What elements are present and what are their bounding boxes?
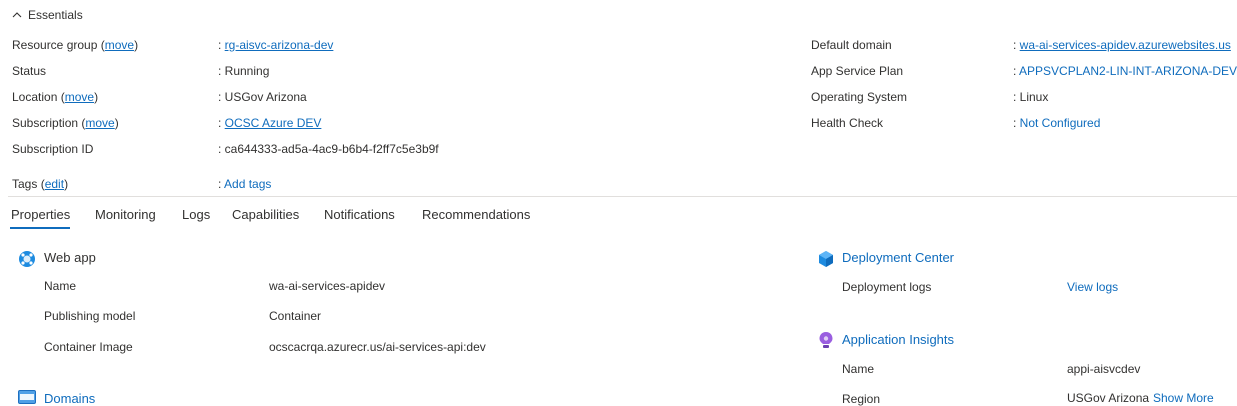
application-insights-link[interactable]: Application Insights bbox=[842, 332, 954, 347]
operating-system-label: Operating System bbox=[811, 90, 908, 104]
subscription-label: Subscription (move) bbox=[12, 116, 119, 130]
add-tags-link[interactable]: Add tags bbox=[224, 177, 271, 191]
status-value: : Running bbox=[218, 64, 270, 78]
default-domain-label: Default domain bbox=[811, 38, 892, 52]
app-service-plan-label: App Service Plan bbox=[811, 64, 904, 78]
default-domain-link[interactable]: wa-ai-services-apidev.azurewebsites.us bbox=[1020, 38, 1231, 52]
essentials-divider bbox=[8, 196, 1237, 197]
insights-region-label: Region bbox=[842, 392, 881, 406]
insights-region-value: USGov Arizona bbox=[1067, 391, 1150, 405]
web-app-title: Web app bbox=[44, 250, 96, 265]
tab-logs[interactable]: Logs bbox=[182, 207, 210, 222]
web-app-icon bbox=[19, 251, 35, 267]
subscription-id-label: Subscription ID bbox=[12, 142, 94, 156]
location-label: Location (move) bbox=[12, 90, 99, 104]
tags-label: Tags (edit) bbox=[12, 177, 69, 191]
subscription-link[interactable]: OCSC Azure DEV bbox=[225, 116, 322, 130]
domains-link[interactable]: Domains bbox=[44, 391, 95, 406]
health-check-label: Health Check bbox=[811, 116, 884, 130]
health-check-value: : Not Configured bbox=[1013, 116, 1101, 130]
default-domain-value: : wa-ai-services-apidev.azurewebsites.us bbox=[1013, 38, 1231, 52]
publishing-model-value: Container bbox=[269, 309, 322, 323]
tags-edit-link[interactable]: edit bbox=[45, 177, 64, 191]
app-insights-icon bbox=[819, 332, 833, 348]
tags-value: : Add tags bbox=[218, 177, 272, 191]
operating-system-value: : Linux bbox=[1013, 90, 1049, 104]
resource-group-link[interactable]: rg-aisvc-arizona-dev bbox=[225, 38, 334, 52]
tab-properties[interactable]: Properties bbox=[11, 207, 70, 222]
health-check-link[interactable]: Not Configured bbox=[1020, 116, 1101, 130]
deployment-center-icon bbox=[819, 251, 833, 267]
resource-group-move-link[interactable]: move bbox=[105, 38, 134, 52]
tab-recommendations[interactable]: Recommendations bbox=[422, 207, 530, 222]
active-tab-indicator bbox=[10, 227, 70, 229]
subscription-move-link[interactable]: move bbox=[85, 116, 114, 130]
location-value: : USGov Arizona bbox=[218, 90, 307, 104]
deployment-center-link[interactable]: Deployment Center bbox=[842, 250, 954, 265]
tab-capabilities[interactable]: Capabilities bbox=[232, 207, 299, 222]
resource-group-label: Resource group (move) bbox=[12, 38, 139, 52]
tab-notifications[interactable]: Notifications bbox=[324, 207, 395, 222]
view-logs-link[interactable]: View logs bbox=[1067, 280, 1118, 294]
publishing-model-label: Publishing model bbox=[44, 309, 136, 323]
subscription-id-value: : ca644333-ad5a-4ac9-b6b4-f2ff7c5e3b9f bbox=[218, 142, 439, 156]
resource-group-value: : rg-aisvc-arizona-dev bbox=[218, 38, 334, 52]
container-image-label: Container Image bbox=[44, 340, 133, 354]
insights-name-label: Name bbox=[842, 362, 875, 376]
web-app-name-value: wa-ai-services-apidev bbox=[269, 279, 386, 293]
show-more-link[interactable]: Show More bbox=[1153, 391, 1214, 405]
app-service-plan-value: : APPSVCPLAN2-LIN-INT-ARIZONA-DEV bbox=[1013, 64, 1237, 78]
location-move-link[interactable]: move bbox=[65, 90, 94, 104]
tab-monitoring[interactable]: Monitoring bbox=[95, 207, 156, 222]
deployment-logs-label: Deployment logs bbox=[842, 280, 932, 294]
insights-name-value: appi-aisvcdev bbox=[1067, 362, 1141, 376]
essentials-toggle[interactable]: Essentials bbox=[12, 8, 83, 22]
domains-icon bbox=[18, 390, 36, 404]
essentials-title: Essentials bbox=[28, 8, 83, 22]
subscription-value: : OCSC Azure DEV bbox=[218, 116, 322, 130]
chevron-up-icon bbox=[12, 12, 22, 18]
container-image-value: ocscacrqa.azurecr.us/ai-services-api:dev bbox=[269, 340, 486, 354]
app-service-plan-link[interactable]: APPSVCPLAN2-LIN-INT-ARIZONA-DEV bbox=[1019, 64, 1237, 78]
status-label: Status bbox=[12, 64, 47, 78]
web-app-name-label: Name bbox=[44, 279, 77, 293]
